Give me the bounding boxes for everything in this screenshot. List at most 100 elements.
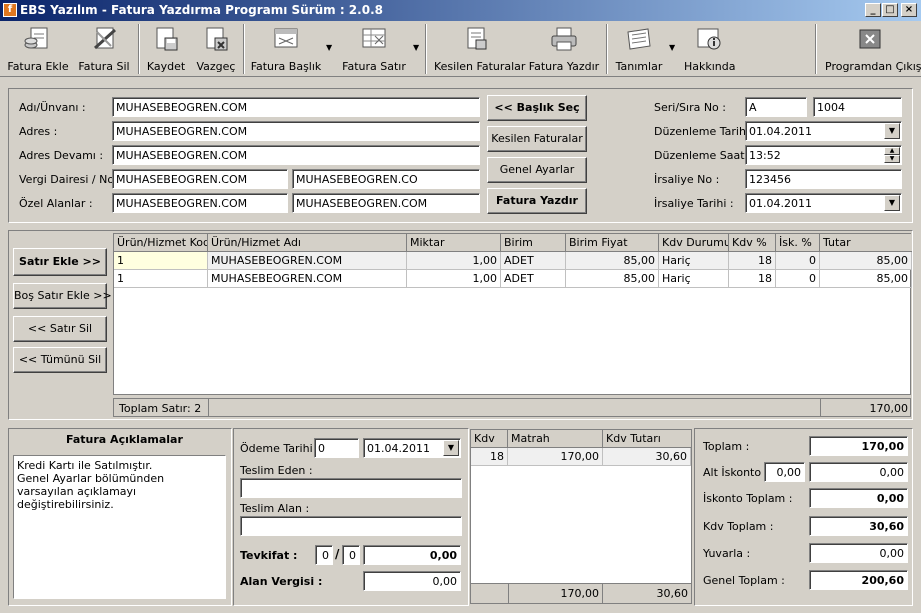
tax-office-input[interactable]: MUHASEBEOGREN.COM bbox=[112, 169, 288, 189]
invoice-header-button[interactable]: Fatura Başlık bbox=[250, 24, 322, 74]
issued-invoices-icon bbox=[467, 27, 487, 50]
exit-button[interactable]: Programdan Çıkış bbox=[825, 24, 921, 74]
custom-field-2-input[interactable]: MUHASEBEOGREN.COM bbox=[292, 193, 480, 213]
chevron-down-icon[interactable]: ▼ bbox=[884, 123, 900, 139]
toolbar-separator bbox=[138, 24, 140, 74]
buyer-tax-field[interactable]: 0,00 bbox=[363, 571, 461, 591]
cell-amount[interactable]: 85,00 bbox=[820, 270, 912, 288]
round-field[interactable]: 0,00 bbox=[809, 543, 908, 563]
column-header[interactable]: Miktar bbox=[407, 234, 501, 252]
column-header[interactable]: Ürün/Hizmet Kodu bbox=[114, 234, 208, 252]
invoice-rows-grid[interactable]: Ürün/Hizmet Kodu Ürün/Hizmet Adı Miktar … bbox=[113, 233, 912, 395]
delete-invoice-button[interactable]: Fatura Sil bbox=[76, 24, 132, 74]
grand-total-label: Genel Toplam : bbox=[703, 574, 785, 587]
vat-summary-grid[interactable]: Kdv Matrah Kdv Tutarı 18 170,00 30,60 17… bbox=[470, 429, 692, 604]
sub-discount-rate-input[interactable]: 0,00 bbox=[764, 462, 805, 482]
spin-down-icon[interactable]: ▼ bbox=[884, 155, 900, 163]
cell-vat-status[interactable]: Hariç bbox=[659, 252, 729, 270]
close-button[interactable]: × bbox=[901, 3, 917, 17]
cell-unit-price[interactable]: 85,00 bbox=[566, 270, 659, 288]
issue-date-picker[interactable]: 01.04.2011 ▼ bbox=[745, 121, 902, 141]
definitions-button[interactable]: Tanımlar bbox=[614, 24, 664, 74]
cell-vat-rate[interactable]: 18 bbox=[729, 270, 776, 288]
title-bar: f EBS Yazılım - Fatura Yazdırma Programı… bbox=[0, 0, 921, 21]
column-header[interactable]: Ürün/Hizmet Adı bbox=[208, 234, 407, 252]
chevron-down-icon[interactable]: ▼ bbox=[443, 440, 459, 456]
cell-name[interactable]: MUHASEBEOGREN.COM bbox=[208, 252, 407, 270]
due-days-input[interactable]: 0 bbox=[314, 438, 359, 458]
address-input[interactable]: MUHASEBEOGREN.COM bbox=[112, 121, 480, 141]
waybill-date-picker[interactable]: 01.04.2011 ▼ bbox=[745, 193, 902, 213]
maximize-button[interactable]: □ bbox=[882, 3, 898, 17]
chevron-down-icon[interactable]: ▼ bbox=[326, 43, 332, 52]
column-header[interactable]: İsk. % bbox=[776, 234, 820, 252]
cell-base[interactable]: 170,00 bbox=[508, 448, 603, 466]
cell-vat-rate[interactable]: 18 bbox=[471, 448, 508, 466]
delivered-by-input[interactable] bbox=[240, 478, 462, 498]
cell-unit[interactable]: ADET bbox=[501, 252, 566, 270]
delete-row-button[interactable]: << Satır Sil bbox=[13, 316, 107, 342]
minimize-button[interactable]: _ bbox=[865, 3, 881, 17]
select-header-button[interactable]: << Başlık Seç bbox=[487, 95, 587, 121]
serial-input[interactable]: A bbox=[745, 97, 807, 117]
chevron-down-icon[interactable]: ▼ bbox=[669, 43, 675, 52]
spin-up-icon[interactable]: ▲ bbox=[884, 147, 900, 155]
received-by-input[interactable] bbox=[240, 516, 462, 536]
notes-textarea[interactable]: Kredi Kartı ile Satılmıştır. Genel Ayarl… bbox=[13, 455, 226, 599]
withholding-numerator-input[interactable]: 0 bbox=[315, 545, 333, 565]
add-row-button[interactable]: Satır Ekle >> bbox=[13, 248, 107, 276]
column-header[interactable]: Kdv % bbox=[729, 234, 776, 252]
column-header[interactable]: Birim Fiyat bbox=[566, 234, 659, 252]
cell-vat-status[interactable]: Hariç bbox=[659, 270, 729, 288]
due-date-picker[interactable]: 01.04.2011 ▼ bbox=[363, 438, 461, 458]
general-settings-button[interactable]: Genel Ayarlar bbox=[487, 157, 587, 183]
issued-invoices-button[interactable]: Kesilen Faturalar bbox=[434, 24, 526, 74]
cell-unit-price[interactable]: 85,00 bbox=[566, 252, 659, 270]
toolbar-label: Kesilen Faturalar bbox=[434, 60, 526, 73]
toolbar-label: Fatura Sil bbox=[78, 60, 130, 73]
add-empty-row-button[interactable]: Boş Satır Ekle >> bbox=[13, 283, 112, 309]
issued-invoices-side-button[interactable]: Kesilen Faturalar bbox=[487, 126, 587, 152]
custom-fields-label: Özel Alanlar : bbox=[19, 197, 93, 210]
cell-vat-rate[interactable]: 18 bbox=[729, 252, 776, 270]
cell-unit[interactable]: ADET bbox=[501, 270, 566, 288]
column-header[interactable]: Tutar bbox=[820, 234, 912, 252]
column-header[interactable]: Kdv Durumu bbox=[659, 234, 729, 252]
sequence-number-input[interactable]: 1004 bbox=[813, 97, 902, 117]
cancel-button[interactable]: Vazgeç bbox=[194, 24, 238, 74]
cell-code[interactable]: 1 bbox=[114, 252, 208, 270]
waybill-no-input[interactable]: 123456 bbox=[745, 169, 902, 189]
discount-total-field: 0,00 bbox=[809, 488, 908, 508]
print-invoice-button[interactable]: Fatura Yazdır bbox=[528, 24, 600, 74]
due-date-value: 01.04.2011 bbox=[367, 442, 430, 455]
address2-input[interactable]: MUHASEBEOGREN.COM bbox=[112, 145, 480, 165]
cell-quantity[interactable]: 1,00 bbox=[407, 252, 501, 270]
print-invoice-side-button[interactable]: Fatura Yazdır bbox=[487, 188, 587, 214]
sub-discount-field[interactable]: 0,00 bbox=[809, 462, 908, 482]
cell-code[interactable]: 1 bbox=[114, 270, 208, 288]
column-header[interactable]: Birim bbox=[501, 234, 566, 252]
cell-vat-amount[interactable]: 30,60 bbox=[603, 448, 691, 466]
divider bbox=[208, 399, 209, 416]
cell-discount[interactable]: 0 bbox=[776, 252, 820, 270]
save-button[interactable]: Kaydet bbox=[144, 24, 188, 74]
chevron-down-icon[interactable]: ▼ bbox=[884, 195, 900, 211]
about-button[interactable]: Hakkında bbox=[684, 24, 736, 74]
delete-all-button[interactable]: << Tümünü Sil bbox=[13, 347, 107, 373]
cell-name[interactable]: MUHASEBEOGREN.COM bbox=[208, 270, 407, 288]
tax-number-input[interactable]: MUHASEBEOGREN.CO bbox=[292, 169, 480, 189]
chevron-down-icon[interactable]: ▼ bbox=[413, 43, 419, 52]
cell-amount[interactable]: 85,00 bbox=[820, 252, 912, 270]
sub-discount-label: Alt İskonto : bbox=[703, 466, 769, 479]
toolbar-label: Programdan Çıkış bbox=[825, 60, 921, 73]
withholding-amount-field[interactable]: 0,00 bbox=[363, 545, 461, 565]
cell-discount[interactable]: 0 bbox=[776, 270, 820, 288]
withholding-denominator-input[interactable]: 0 bbox=[342, 545, 360, 565]
total-amount-footer: 170,00 bbox=[820, 399, 911, 416]
cell-quantity[interactable]: 1,00 bbox=[407, 270, 501, 288]
add-invoice-button[interactable]: Fatura Ekle bbox=[6, 24, 70, 74]
name-input[interactable]: MUHASEBEOGREN.COM bbox=[112, 97, 480, 117]
custom-field-1-input[interactable]: MUHASEBEOGREN.COM bbox=[112, 193, 288, 213]
issue-time-spinner[interactable]: 13:52 ▲ ▼ bbox=[745, 145, 902, 165]
invoice-row-button[interactable]: Fatura Satır bbox=[340, 24, 408, 74]
